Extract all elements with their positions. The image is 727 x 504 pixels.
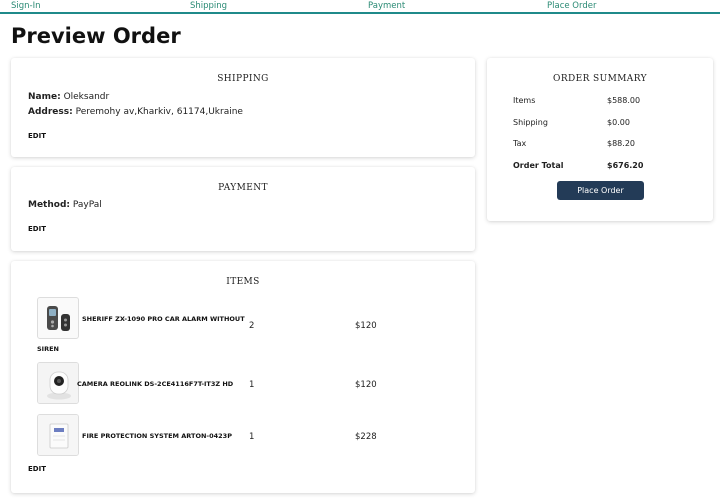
shipping-card: SHIPPING Name: Oleksandr Address: Peremo… — [11, 58, 475, 157]
item-quantity: 1 — [249, 432, 255, 442]
shipping-edit-link[interactable]: EDIT — [28, 132, 46, 140]
address-value: Peremohy av,Kharkiv, 61174,Ukraine — [75, 107, 243, 117]
address-label: Address: — [28, 107, 73, 117]
order-summary-card: ORDER SUMMARY Items $588.00 Shipping $0.… — [487, 58, 713, 221]
name-value: Oleksandr — [63, 92, 110, 102]
summary-items-value: $588.00 — [607, 96, 641, 105]
step-sign-in[interactable]: Sign-In — [11, 1, 41, 11]
step-shipping[interactable]: Shipping — [190, 1, 227, 11]
payment-card: PAYMENT Method: PayPal EDIT — [11, 167, 475, 251]
summary-total-label: Order Total — [513, 161, 564, 170]
summary-shipping-label: Shipping — [513, 118, 548, 127]
summary-shipping-value: $0.00 — [607, 118, 630, 127]
fire-panel-icon[interactable] — [37, 414, 79, 456]
summary-tax-label: Tax — [513, 139, 527, 148]
shipping-address: Address: Peremohy av,Kharkiv, 61174,Ukra… — [28, 107, 243, 117]
shipping-name: Name: Oleksandr — [28, 92, 109, 102]
place-order-button[interactable]: Place Order — [557, 181, 644, 200]
item-name[interactable]: FIRE PROTECTION SYSTEM ARTON-0423P — [82, 432, 232, 440]
shipping-title: SHIPPING — [217, 74, 269, 84]
payment-edit-link[interactable]: EDIT — [28, 225, 46, 233]
payment-title: PAYMENT — [218, 183, 268, 193]
item-name[interactable]: SHERIFF ZX-1090 PRO CAR ALARM WITHOUT — [82, 315, 245, 323]
car-alarm-remote-icon[interactable] — [37, 297, 79, 339]
payment-method: Method: PayPal — [28, 200, 102, 210]
item-name[interactable]: CAMERA REOLINK DS-2CE4116F7T-IT3Z HD — [77, 380, 233, 388]
page-title: Preview Order — [11, 24, 181, 48]
summary-total-value: $676.20 — [607, 161, 644, 170]
security-camera-icon[interactable] — [37, 362, 79, 404]
step-payment[interactable]: Payment — [368, 1, 405, 11]
items-card: ITEMS SHERIFF ZX-1090 PRO CAR ALARM WITH… — [11, 261, 475, 493]
item-quantity: 2 — [249, 321, 255, 331]
checkout-steps: Sign-In Shipping Payment Place Order — [0, 0, 720, 14]
summary-items-label: Items — [513, 96, 536, 105]
name-label: Name: — [28, 92, 61, 102]
item-price: $120 — [355, 321, 377, 331]
items-title: ITEMS — [226, 277, 260, 287]
step-place-order[interactable]: Place Order — [547, 1, 596, 11]
item-quantity: 1 — [249, 380, 255, 390]
item-name-continued[interactable]: SIREN — [37, 345, 59, 353]
summary-tax-value: $88.20 — [607, 139, 635, 148]
method-label: Method: — [28, 200, 70, 210]
items-edit-link[interactable]: EDIT — [28, 465, 46, 473]
item-price: $120 — [355, 380, 377, 390]
summary-title: ORDER SUMMARY — [553, 74, 647, 84]
method-value: PayPal — [72, 200, 102, 210]
item-price: $228 — [355, 432, 377, 442]
